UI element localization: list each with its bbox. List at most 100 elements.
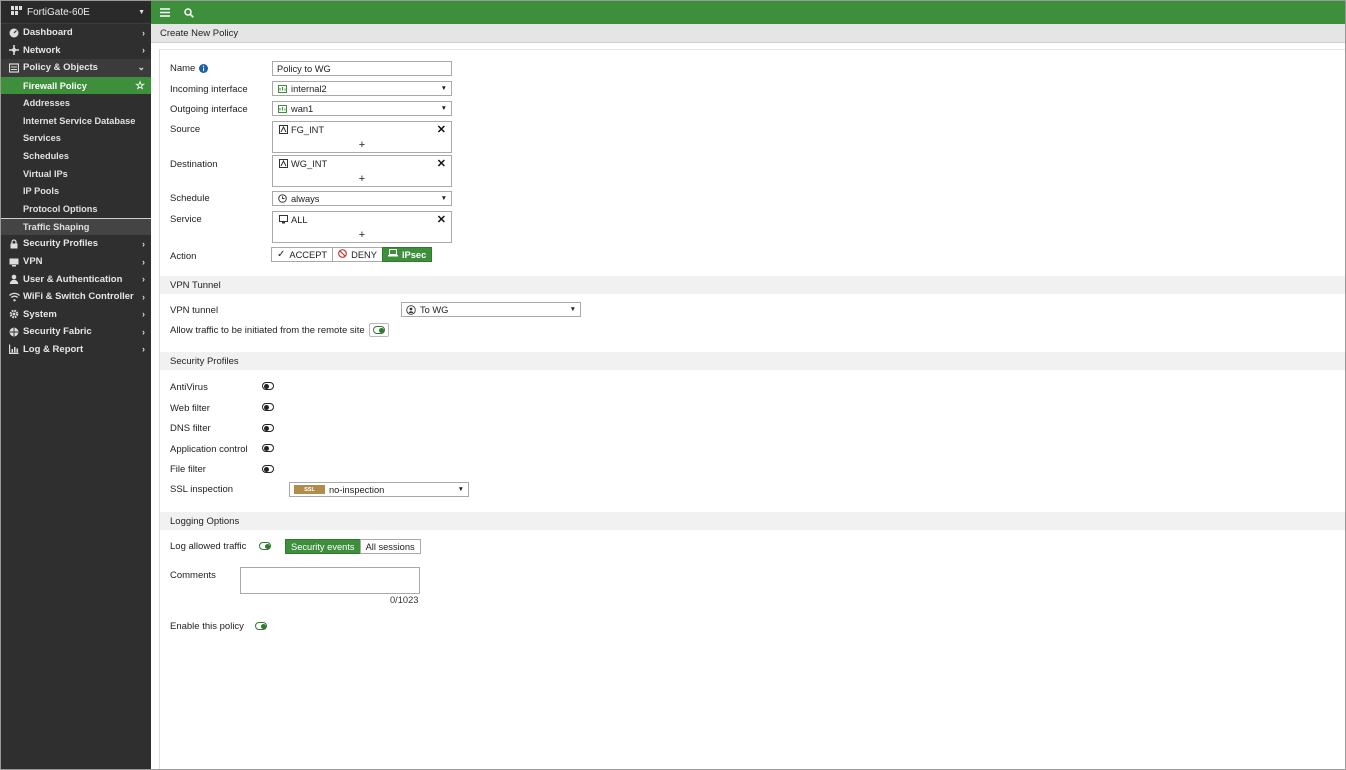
lock-icon xyxy=(8,238,20,250)
enable-policy-toggle[interactable] xyxy=(255,622,267,630)
security-events-button[interactable]: Security events xyxy=(285,539,361,554)
ipsec-button[interactable]: IPsec xyxy=(381,247,433,262)
file-filter-toggle[interactable] xyxy=(262,465,274,473)
subnav-traffic-shaping[interactable]: Traffic Shaping xyxy=(1,217,151,236)
service-entry: ALL ✕ xyxy=(273,212,451,227)
destination-entry: WG_INT ✕ xyxy=(273,156,451,171)
antivirus-label: AntiVirus xyxy=(170,382,208,393)
vpn-icon xyxy=(8,256,20,268)
subnav-internet-service-database[interactable]: Internet Service Database xyxy=(1,112,151,130)
dns-filter-label: DNS filter xyxy=(170,423,211,434)
chart-icon xyxy=(8,343,20,355)
wifi-icon xyxy=(8,291,20,303)
network-icon xyxy=(8,44,20,56)
web-filter-label: Web filter xyxy=(170,403,210,414)
deny-button[interactable]: DENY xyxy=(332,247,383,262)
nav-user-authentication[interactable]: User & Authentication › xyxy=(1,270,151,288)
dashboard-icon xyxy=(8,27,20,39)
log-allowed-traffic-toggle[interactable] xyxy=(259,542,271,550)
add-destination-button[interactable]: + xyxy=(273,171,451,186)
antivirus-toggle[interactable] xyxy=(262,382,274,390)
subnav-virtual-ips[interactable]: Virtual IPs xyxy=(1,165,151,183)
subnav-schedules[interactable]: Schedules xyxy=(1,147,151,165)
add-service-button[interactable]: + xyxy=(273,227,451,242)
web-filter-toggle[interactable] xyxy=(262,403,274,411)
dropdown-arrow-icon: ▼ xyxy=(440,85,447,92)
outgoing-interface-select[interactable]: wan1 ▼ xyxy=(272,101,452,116)
nav-security-fabric[interactable]: Security Fabric › xyxy=(1,323,151,341)
incoming-interface-select[interactable]: internal2 ▼ xyxy=(272,81,452,96)
chevron-right-icon: › xyxy=(142,326,145,337)
chevron-right-icon: › xyxy=(142,344,145,355)
dropdown-arrow-icon: ▼ xyxy=(440,105,447,112)
interface-icon xyxy=(277,104,287,114)
enable-policy-label: Enable this policy xyxy=(170,621,244,632)
schedule-label: Schedule xyxy=(170,193,210,204)
remove-destination-icon[interactable]: ✕ xyxy=(437,157,446,170)
dropdown-arrow-icon: ▼ xyxy=(457,486,464,493)
allow-remote-toggle[interactable] xyxy=(373,326,385,334)
subnav-addresses[interactable]: Addresses xyxy=(1,94,151,112)
logging-options-section-header: Logging Options xyxy=(160,512,1345,530)
nav-system[interactable]: System › xyxy=(1,306,151,324)
destination-label: Destination xyxy=(170,159,218,170)
schedule-select[interactable]: always ▼ xyxy=(272,191,452,206)
nav-wifi-switch-controller[interactable]: WiFi & Switch Controller › xyxy=(1,288,151,306)
deny-icon xyxy=(338,248,348,261)
policy-form: Name Policy to WG Incoming interface int… xyxy=(159,49,1345,769)
service-icon xyxy=(278,215,288,225)
subnav-protocol-options[interactable]: Protocol Options xyxy=(1,200,151,218)
nav-dashboard[interactable]: Dashboard › xyxy=(1,24,151,42)
action-label: Action xyxy=(170,251,197,262)
log-mode-button-group: Security events All sessions xyxy=(285,539,421,554)
remove-service-icon[interactable]: ✕ xyxy=(437,213,446,226)
chevron-right-icon: › xyxy=(142,238,145,249)
gear-icon xyxy=(8,308,20,320)
name-row: Name xyxy=(170,63,209,74)
security-profiles-section-header: Security Profiles xyxy=(160,352,1345,370)
subnav-ip-pools[interactable]: IP Pools xyxy=(1,182,151,200)
caret-down-icon: ▼ xyxy=(138,8,145,16)
search-icon[interactable] xyxy=(181,5,197,21)
subnav-services[interactable]: Services xyxy=(1,130,151,148)
chevron-right-icon: › xyxy=(142,291,145,302)
vpn-tunnel-select[interactable]: To WG ▼ xyxy=(401,302,581,317)
log-allowed-traffic-label: Log allowed traffic xyxy=(170,541,247,552)
nav-log-report[interactable]: Log & Report › xyxy=(1,341,151,359)
user-icon xyxy=(8,273,20,285)
check-icon: ✓ xyxy=(277,249,286,260)
info-icon[interactable] xyxy=(199,64,209,73)
top-bar xyxy=(151,1,1345,24)
source-box: FG_INT ✕ + xyxy=(272,121,452,153)
action-button-group: ✓ ACCEPT DENY IPsec xyxy=(271,247,433,262)
hamburger-menu-icon[interactable] xyxy=(157,5,173,21)
ssl-inspection-select[interactable]: SSL no-inspection ▼ xyxy=(289,482,469,497)
accept-button[interactable]: ✓ ACCEPT xyxy=(271,247,334,262)
nav-policy-objects[interactable]: Policy & Objects ⌄ xyxy=(1,59,151,77)
dns-filter-toggle[interactable] xyxy=(262,424,274,432)
policy-icon xyxy=(8,62,20,74)
device-selector[interactable]: FortiGate-60E ▼ xyxy=(1,1,151,24)
star-icon[interactable]: ☆ xyxy=(135,79,145,92)
source-entry: FG_INT ✕ xyxy=(273,122,451,137)
comments-counter: 0/1023 xyxy=(390,595,419,605)
name-input[interactable]: Policy to WG xyxy=(272,61,452,76)
nav-vpn[interactable]: VPN › xyxy=(1,253,151,271)
nav-security-profiles[interactable]: Security Profiles › xyxy=(1,235,151,253)
nav-network[interactable]: Network › xyxy=(1,42,151,60)
chevron-right-icon: › xyxy=(142,274,145,285)
destination-box: WG_INT ✕ + xyxy=(272,155,452,187)
chevron-right-icon: › xyxy=(142,309,145,320)
all-sessions-button[interactable]: All sessions xyxy=(359,539,421,554)
file-filter-label: File filter xyxy=(170,464,206,475)
add-source-button[interactable]: + xyxy=(273,137,451,152)
address-icon xyxy=(278,125,288,135)
chevron-right-icon: › xyxy=(142,45,145,56)
subnav-firewall-policy[interactable]: Firewall Policy ☆ xyxy=(1,76,151,95)
remove-source-icon[interactable]: ✕ xyxy=(437,123,446,136)
outgoing-interface-label: Outgoing interface xyxy=(170,104,248,115)
comments-textarea[interactable] xyxy=(240,567,420,594)
tunnel-icon xyxy=(406,304,416,315)
dropdown-arrow-icon: ▼ xyxy=(440,195,447,202)
application-control-toggle[interactable] xyxy=(262,444,274,452)
